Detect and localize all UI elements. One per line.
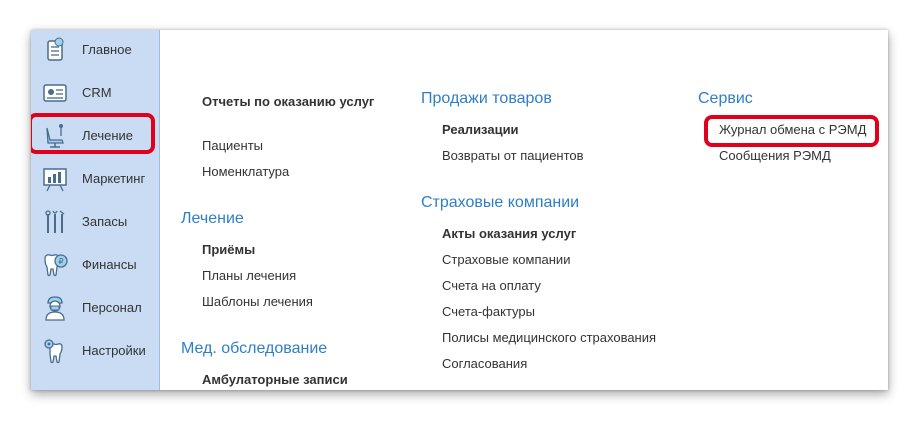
- link-patients[interactable]: Пациенты: [202, 138, 263, 153]
- sidebar-item-settings[interactable]: Настройки: [31, 331, 159, 371]
- svg-text:₽: ₽: [58, 257, 63, 266]
- sidebar-item-stock[interactable]: Запасы: [31, 202, 159, 242]
- link-appointments[interactable]: Приёмы: [202, 242, 255, 257]
- tooth-gear-icon: [44, 339, 63, 364]
- link-sales[interactable]: Реализации: [442, 122, 519, 137]
- highlight-box-remd-log: [704, 115, 879, 147]
- doctor-icon: [45, 296, 65, 321]
- sidebar-item-label: Финансы: [82, 257, 137, 272]
- sidebar-item-label: Запасы: [82, 214, 128, 229]
- section-heading-service: Сервис: [698, 90, 753, 107]
- sidebar-item-label: Настройки: [82, 343, 146, 358]
- link-nomenclature[interactable]: Номенклатура: [202, 164, 289, 179]
- link-approvals[interactable]: Согласования: [442, 356, 527, 371]
- chart-board-icon: [43, 168, 67, 192]
- link-service-acts[interactable]: Акты оказания услуг: [442, 226, 576, 241]
- crm-card-icon: [43, 84, 67, 102]
- link-treatment-plans[interactable]: Планы лечения: [202, 268, 296, 283]
- dental-tools-icon: [45, 210, 65, 233]
- link-tax-invoices[interactable]: Счета-фактуры: [442, 304, 535, 319]
- section-heading-sales: Продажи товаров: [421, 90, 552, 107]
- window-frame: Главное CRM Лечение Маркетинг Запасы ₽ Ф…: [31, 30, 888, 390]
- sidebar-item-staff[interactable]: Персонал: [31, 288, 159, 328]
- section-heading-med-exam: Мед. обследование: [181, 340, 328, 357]
- sidebar-item-finance[interactable]: ₽ Финансы: [31, 245, 159, 285]
- sidebar-item-label: Персонал: [82, 300, 142, 315]
- link-patient-returns[interactable]: Возвраты от пациентов: [442, 148, 584, 163]
- link-invoices[interactable]: Счета на оплату: [442, 278, 541, 293]
- sidebar-item-label: CRM: [82, 85, 112, 100]
- home-list-icon: [47, 37, 64, 61]
- sidebar: Главное CRM Лечение Маркетинг Запасы ₽ Ф…: [31, 30, 160, 390]
- sidebar-item-crm[interactable]: CRM: [31, 73, 159, 113]
- link-service-reports[interactable]: Отчеты по оказанию услуг: [202, 94, 374, 109]
- sidebar-item-main[interactable]: Главное: [31, 30, 159, 70]
- link-insurance-companies[interactable]: Страховые компании: [442, 252, 570, 267]
- sidebar-item-label: Главное: [82, 42, 132, 57]
- sidebar-item-marketing[interactable]: Маркетинг: [31, 159, 159, 199]
- section-heading-lechenie: Лечение: [181, 210, 244, 227]
- highlight-box-lechenie: [31, 113, 155, 154]
- section-heading-insurance: Страховые компании: [421, 194, 580, 211]
- link-treatment-templates[interactable]: Шаблоны лечения: [202, 294, 313, 309]
- link-ambulatory-records[interactable]: Амбулаторные записи: [202, 372, 348, 387]
- link-insurance-policies[interactable]: Полисы медицинского страхования: [442, 330, 656, 345]
- sidebar-item-label: Маркетинг: [82, 171, 146, 186]
- tooth-coin-icon: ₽: [44, 254, 68, 277]
- link-remd-messages[interactable]: Сообщения РЭМД: [719, 148, 831, 163]
- content-area: Отчеты по оказанию услуг Пациенты Номенк…: [160, 30, 888, 390]
